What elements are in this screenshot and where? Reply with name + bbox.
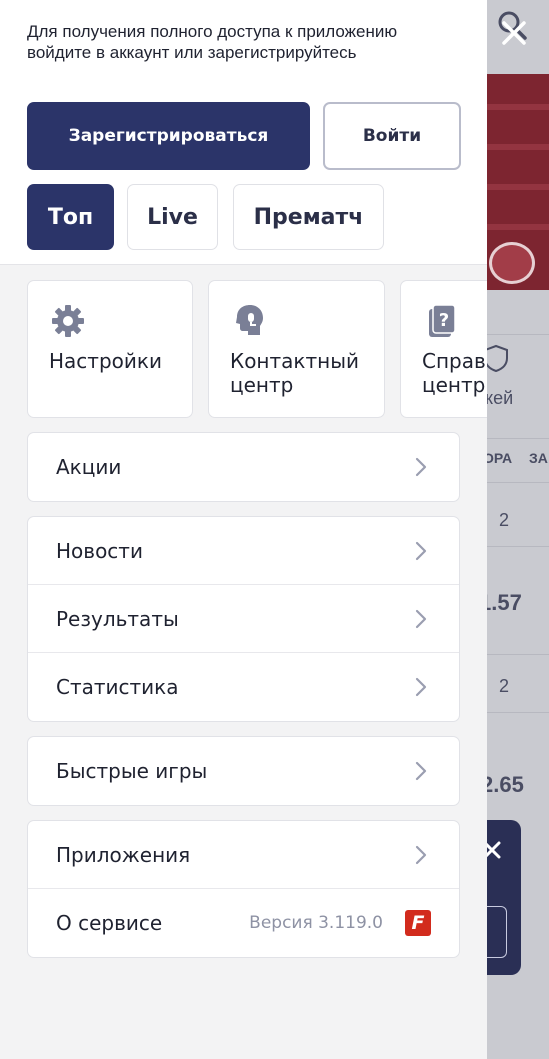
close-icon bbox=[487, 841, 501, 859]
menu-group-games: Быстрые игры bbox=[27, 736, 460, 806]
menu-item-quick-games[interactable]: Быстрые игры bbox=[28, 737, 459, 805]
odds-value: 2.65 bbox=[487, 772, 524, 797]
column-header: ОРА bbox=[487, 450, 513, 466]
auth-section: Для получения полного доступа к приложен… bbox=[0, 0, 487, 265]
tile-help-center[interactable]: ? Справ центр bbox=[400, 280, 487, 418]
odds-value: 2 bbox=[499, 510, 510, 530]
gear-icon bbox=[52, 305, 84, 337]
tab-top[interactable]: Топ bbox=[27, 184, 114, 250]
tile-contact-center[interactable]: Контактный центр bbox=[208, 280, 385, 418]
chevron-right-icon bbox=[415, 761, 427, 781]
menu-item-label: Приложения bbox=[56, 842, 191, 867]
menu-item-label: О сервисе bbox=[56, 911, 163, 935]
bet-slip-panel bbox=[487, 820, 521, 975]
column-header: ЗА bbox=[529, 450, 548, 466]
close-icon[interactable] bbox=[499, 18, 529, 48]
register-button[interactable]: Зарегистрироваться bbox=[27, 102, 310, 170]
brand-logo-icon: F bbox=[405, 910, 431, 936]
menu-item-applications[interactable]: Приложения bbox=[28, 821, 459, 889]
promo-banner bbox=[487, 74, 549, 290]
app-version: Версия 3.119.0 bbox=[249, 913, 383, 933]
menu-item-label: Статистика bbox=[56, 675, 179, 699]
chevron-right-icon bbox=[415, 541, 427, 561]
menu-group-info: Новости Результаты Статистика bbox=[27, 516, 460, 722]
chevron-right-icon bbox=[415, 677, 427, 697]
odds-value: 2 bbox=[499, 676, 510, 696]
login-button[interactable]: Войти bbox=[323, 102, 461, 170]
quick-tiles: Настройки Контактный центр ? Справ центр bbox=[0, 280, 487, 418]
tile-label: Контактный центр bbox=[230, 349, 360, 397]
menu-item-promotions[interactable]: Акции bbox=[28, 433, 459, 501]
shield-icon bbox=[487, 344, 508, 372]
tile-label: Справ центр bbox=[422, 349, 486, 397]
login-hint: Для получения полного доступа к приложен… bbox=[27, 22, 398, 62]
menu-item-about[interactable]: О сервисе Версия 3.119.0 F bbox=[28, 889, 459, 957]
chevron-right-icon bbox=[415, 457, 427, 477]
tab-live[interactable]: Live bbox=[127, 184, 218, 250]
tile-label: Настройки bbox=[49, 349, 162, 373]
menu-item-results[interactable]: Результаты bbox=[28, 585, 459, 653]
chevron-right-icon bbox=[415, 609, 427, 629]
support-head-icon bbox=[236, 305, 263, 335]
menu-item-statistics[interactable]: Статистика bbox=[28, 653, 459, 721]
side-menu-drawer: Для получения полного доступа к приложен… bbox=[0, 0, 487, 1059]
hockey-label: кей bbox=[487, 388, 514, 408]
menu-item-label: Результаты bbox=[56, 606, 179, 631]
menu-item-news[interactable]: Новости bbox=[28, 517, 459, 585]
menu-item-label: Быстрые игры bbox=[56, 759, 208, 783]
chevron-right-icon bbox=[415, 845, 427, 865]
background-app: кей ОРА ЗА 2 1.57 2 2.65 bbox=[487, 0, 549, 1059]
svg-text:?: ? bbox=[439, 310, 449, 331]
odds-value: 1.57 bbox=[487, 590, 522, 615]
tab-prematch[interactable]: Прематч bbox=[233, 184, 384, 250]
menu-item-label: Новости bbox=[56, 538, 143, 563]
help-book-icon: ? bbox=[429, 304, 456, 337]
menu-item-label: Акции bbox=[56, 455, 122, 479]
tile-settings[interactable]: Настройки bbox=[27, 280, 193, 418]
menu-group-promo: Акции bbox=[27, 432, 460, 502]
menu-group-app: Приложения О сервисе Версия 3.119.0 F bbox=[27, 820, 460, 958]
